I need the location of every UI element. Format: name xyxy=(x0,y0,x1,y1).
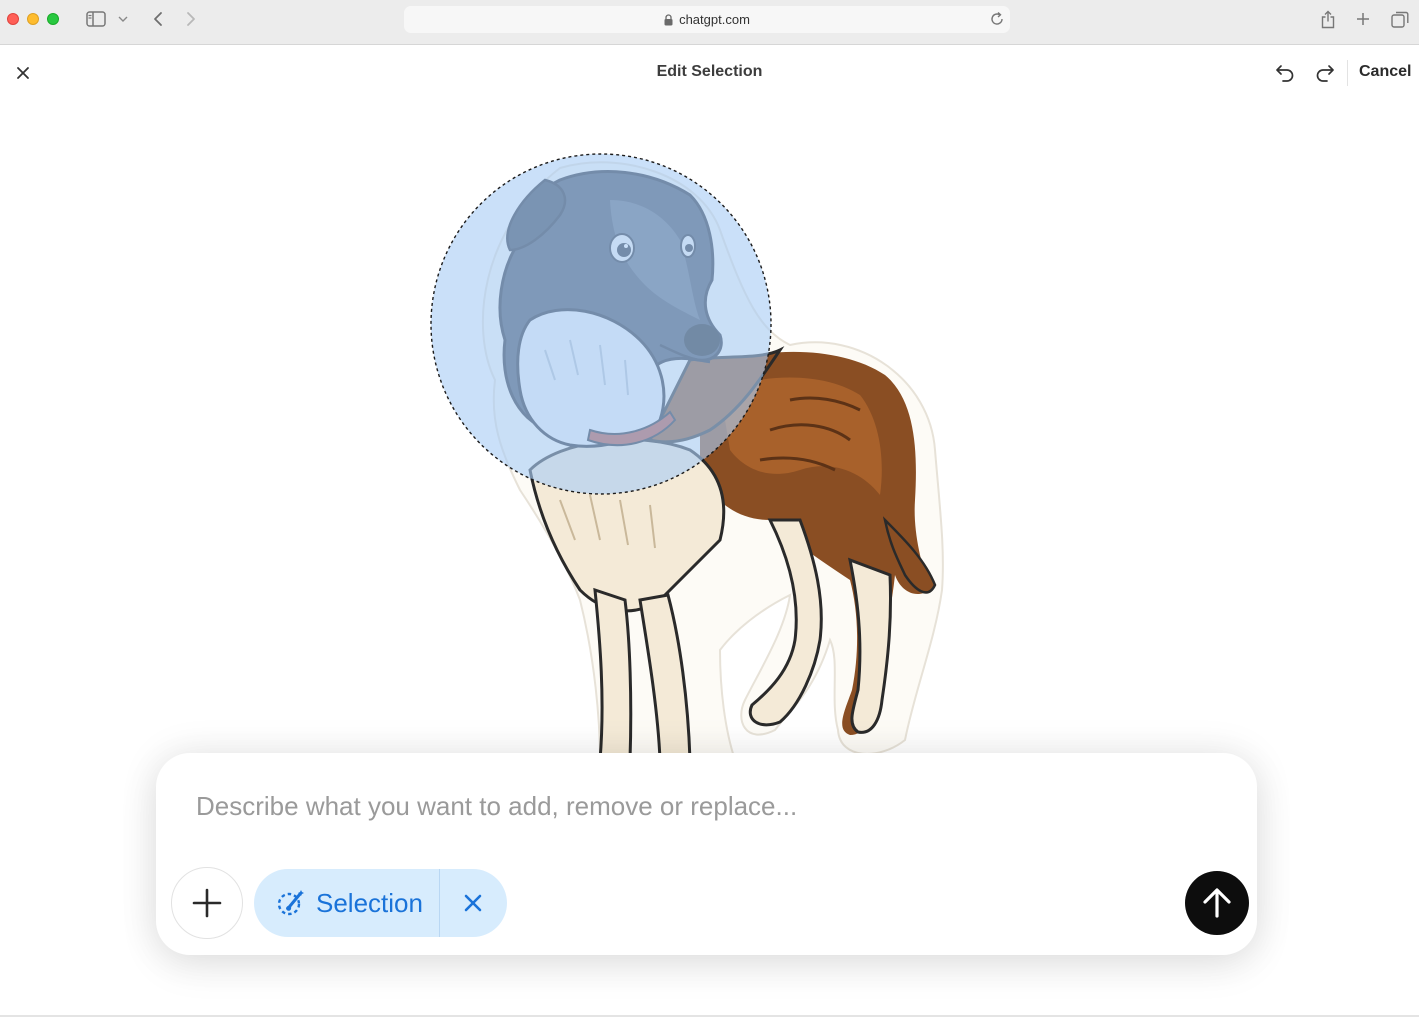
reload-icon[interactable] xyxy=(990,11,1004,26)
zoom-window-button[interactable] xyxy=(47,13,59,25)
prompt-input[interactable] xyxy=(196,786,1196,826)
sidebar-icon[interactable] xyxy=(85,8,107,30)
selection-chip-button[interactable]: Selection xyxy=(254,869,439,937)
url-text: chatgpt.com xyxy=(679,12,750,27)
address-bar[interactable]: chatgpt.com xyxy=(404,6,1010,33)
selection-chip: Selection xyxy=(254,869,507,937)
remove-selection-button[interactable] xyxy=(440,869,506,937)
send-arrow-icon xyxy=(1203,888,1231,918)
dog-illustration xyxy=(430,153,944,760)
minimize-window-button[interactable] xyxy=(27,13,39,25)
share-icon[interactable] xyxy=(1318,8,1338,30)
redo-icon[interactable] xyxy=(1313,61,1337,85)
browser-toolbar: chatgpt.com xyxy=(0,0,1419,45)
chevron-down-icon[interactable] xyxy=(116,8,130,30)
close-window-button[interactable] xyxy=(7,13,19,25)
image-canvas[interactable] xyxy=(0,100,1419,760)
new-tab-icon[interactable] xyxy=(1354,8,1372,30)
selection-chip-label: Selection xyxy=(316,887,423,918)
selection-mask xyxy=(431,154,771,494)
back-icon[interactable] xyxy=(150,8,166,30)
editor-header: Edit Selection Cancel xyxy=(0,46,1419,100)
undo-icon[interactable] xyxy=(1273,61,1297,85)
send-button[interactable] xyxy=(1185,871,1249,935)
plus-icon xyxy=(192,888,222,918)
cancel-button[interactable]: Cancel xyxy=(1359,63,1411,81)
add-attachment-button[interactable] xyxy=(171,867,243,939)
tabs-overview-icon[interactable] xyxy=(1390,8,1410,30)
remove-selection-icon xyxy=(464,894,482,912)
lock-icon xyxy=(664,13,673,26)
page-title: Edit Selection xyxy=(656,63,763,80)
forward-icon[interactable] xyxy=(183,8,199,30)
header-divider xyxy=(1347,60,1348,86)
selection-brush-icon xyxy=(274,886,308,920)
